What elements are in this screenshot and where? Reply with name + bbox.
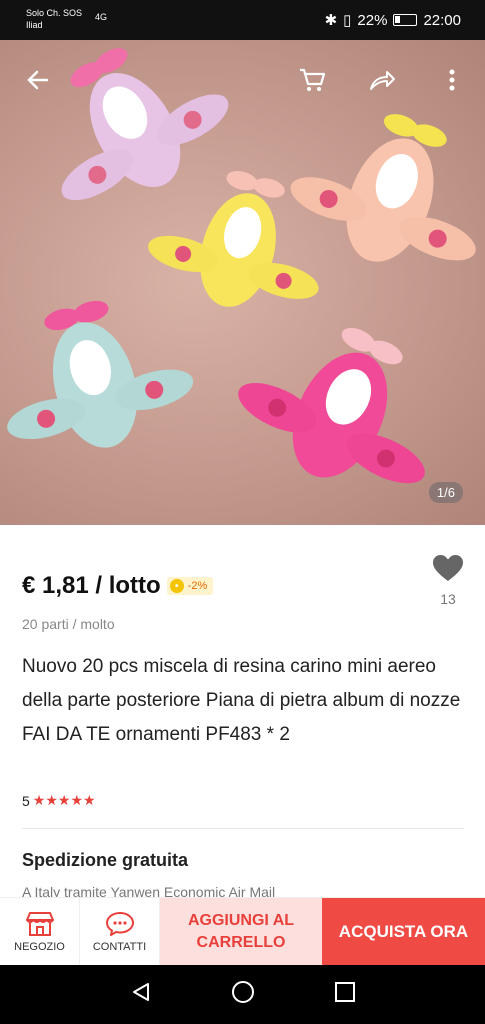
battery-icon	[393, 14, 418, 26]
rating-stars: ★★★★★	[32, 792, 96, 808]
product-title: Nuovo 20 pcs miscela di resina carino mi…	[22, 656, 461, 745]
rating-value: 5	[22, 792, 30, 809]
carrier-name-secondary: Iliad	[26, 20, 43, 30]
discount-badge: • -2%	[166, 577, 214, 595]
vibrate-icon: ▯	[343, 12, 352, 29]
battery-percent: 22%	[357, 11, 388, 29]
back-arrow-icon[interactable]	[22, 64, 54, 96]
buy-now-button[interactable]: ACQUISTA ORA	[322, 898, 485, 966]
divider	[22, 828, 464, 829]
add-to-cart-button[interactable]: AGGIUNGI AL CARRELLO	[160, 898, 322, 966]
more-options-icon[interactable]	[436, 64, 468, 96]
contact-button[interactable]: CONTATTI	[80, 898, 160, 966]
store-label: NEGOZIO	[14, 941, 65, 953]
cart-icon[interactable]	[296, 64, 328, 96]
heart-icon	[433, 555, 463, 581]
shipping-title[interactable]: Spedizione gratuita	[22, 850, 188, 871]
bluetooth-icon: ✱	[324, 12, 338, 29]
image-counter: 1/6	[428, 482, 463, 503]
contact-label: CONTATTI	[92, 941, 147, 953]
share-icon[interactable]	[366, 64, 398, 96]
status-right: ✱ ▯ 22% 22:00	[324, 11, 461, 30]
price-row: € 1,81 / lotto • -2%	[22, 572, 214, 600]
price: € 1,81 / lotto	[22, 572, 161, 599]
rating[interactable]: 5 ★★★★★	[22, 792, 96, 809]
coin-icon: •	[169, 579, 184, 593]
network-type: 4G	[95, 12, 108, 22]
favorites-count: 13	[440, 591, 456, 607]
back-icon[interactable]	[130, 981, 152, 1008]
product-photo	[7, 48, 476, 484]
favorite-button[interactable]: 13	[431, 555, 465, 607]
chat-icon	[105, 912, 134, 936]
carrier-name: Solo Ch. SOS	[26, 8, 83, 18]
store-button[interactable]: NEGOZIO	[0, 898, 80, 966]
store-icon	[25, 912, 54, 936]
home-icon[interactable]	[231, 980, 255, 1009]
clock: 22:00	[423, 11, 461, 29]
carrier-info: Solo Ch. SOS Iliad	[26, 7, 82, 31]
system-nav-bar	[0, 965, 485, 1024]
product-detail-screen: Solo Ch. SOS Iliad 4G ✱ ▯ 22% 22:00 1/6 …	[0, 0, 485, 1024]
unit-info: 20 parti / molto	[22, 616, 115, 632]
action-bar: NEGOZIO CONTATTI AGGIUNGI AL CARRELLO AC…	[0, 897, 485, 966]
status-bar: Solo Ch. SOS Iliad 4G ✱ ▯ 22% 22:00	[0, 0, 485, 40]
recents-icon[interactable]	[334, 981, 356, 1008]
discount-value: -2%	[187, 580, 208, 592]
product-image-gallery[interactable]: 1/6	[0, 40, 485, 525]
